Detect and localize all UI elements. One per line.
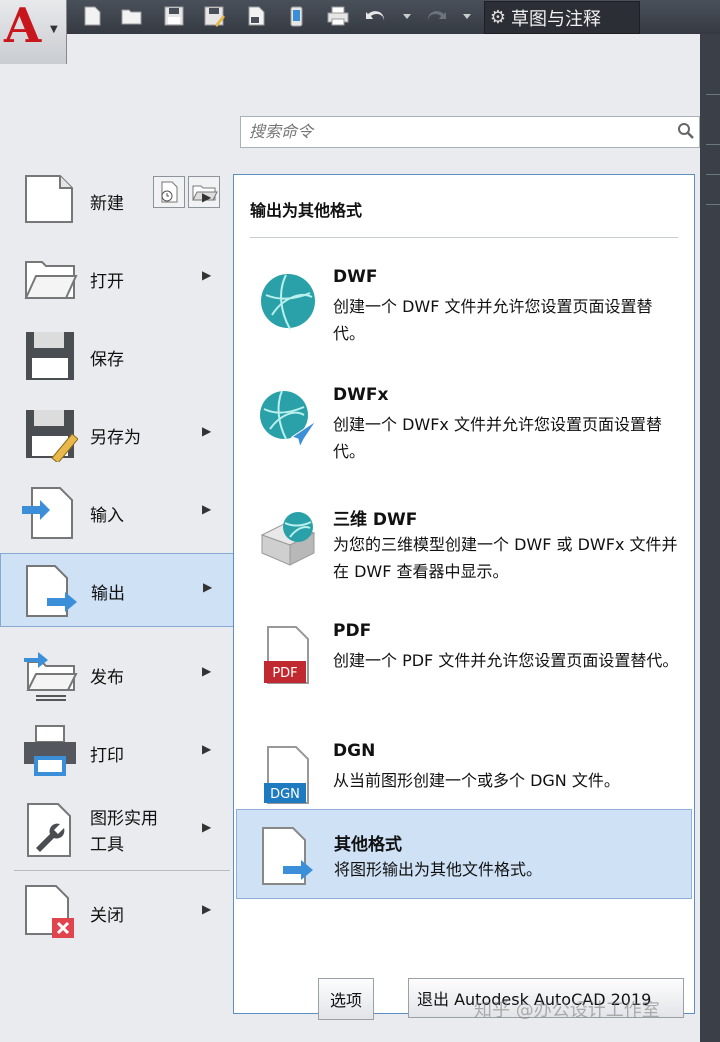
save-to-web-icon[interactable] [244,4,268,28]
export-other-formats[interactable]: 其他格式 将图形输出为其他文件格式。 [236,809,692,899]
dwf-globe-icon [261,274,315,330]
export-item-description: 为您的三维模型创建一个 DWF 或 DWFx 文件并在 DWF 查看器中显示。 [333,535,678,581]
search-input[interactable] [241,117,669,145]
export-item-name: 其他格式 [334,835,402,855]
3d-dwf-icon [260,512,316,566]
export-item-description: 将图形输出为其他文件格式。 [334,860,543,879]
chevron-right-icon: ▶ [202,902,212,916]
menu-item-label: 图形实用 工具 [90,809,158,855]
print-icon[interactable] [326,4,350,28]
printer-icon [24,725,76,776]
save-icon[interactable] [162,4,186,28]
menu-divider [14,870,230,871]
export-item-description: 创建一个 DWFx 文件并允许您设置页面设置替代。 [333,415,662,461]
chevron-right-icon: ▶ [202,424,212,438]
menu-item-save-as[interactable]: 另存为 ▶ [0,398,232,470]
export-item-name: DWFx [333,385,389,405]
chevron-right-icon: ▶ [203,580,213,594]
menu-item-save[interactable]: 保存 [0,320,232,392]
menu-item-label: 打开 [90,272,124,292]
export-item-description: 从当前图形创建一个或多个 DGN 文件。 [333,771,620,790]
dgn-badge: DGN [270,787,300,802]
menu-item-close[interactable]: 关闭 ▶ [0,876,232,948]
open-folder-icon [24,261,78,299]
redo-dropdown-icon[interactable] [460,4,474,28]
menu-item-print[interactable]: 打印 ▶ [0,716,232,788]
chevron-right-icon: ▶ [202,190,212,204]
undo-icon[interactable] [364,4,388,28]
menu-item-open[interactable]: 打开 ▶ [0,242,232,314]
undo-dropdown-icon[interactable] [400,4,414,28]
menu-item-label: 新建 [90,194,124,214]
close-document-icon [25,885,74,938]
other-formats-icon [262,827,313,885]
menu-item-label: 关闭 [90,906,124,926]
application-menu-button[interactable]: A ▼ [0,0,67,65]
submenu-title: 输出为其他格式 [250,201,363,220]
drawing-area-edge [700,34,720,1042]
chevron-right-icon: ▶ [202,268,212,282]
menu-item-export[interactable]: 输出 ▶ [0,553,234,627]
export-item-name: PDF [333,621,372,641]
application-menu: 新建 ▶ 打开 ▶ 保存 另存为 ▶ 输入 ▶ 输出 ▶ 发布 ▶ 打印 ▶ 图… [0,64,700,1042]
menu-item-label: 打印 [90,746,124,766]
export-icon [26,565,77,617]
chevron-right-icon: ▶ [202,664,212,678]
publish-icon [24,652,78,701]
new-icon[interactable] [80,4,104,28]
chevron-down-icon: ▼ [50,24,58,35]
save-as-icon[interactable] [202,4,226,28]
menu-item-publish[interactable]: 发布 ▶ [0,638,232,710]
menu-item-drawing-utilities[interactable]: 图形实用 工具 ▶ [0,794,232,866]
open-icon[interactable] [120,4,144,28]
export-3d-dwf[interactable]: 三维 DWF 为您的三维模型创建一个 DWF 或 DWFx 文件并在 DWF 查… [258,505,678,585]
search-icon[interactable] [675,120,697,142]
submenu-divider [250,237,678,238]
export-item-name: DGN [333,741,376,761]
menu-item-label: 输入 [90,506,124,526]
pdf-file-icon: PDF [264,626,309,684]
workspace-label: 草图与注释 [511,8,601,30]
gear-icon: ⚙ [489,7,507,28]
search-box [240,116,700,148]
menu-item-label: 另存为 [90,428,141,448]
watermark: 知乎 @办公设计工作室 [474,1000,660,1021]
dgn-file-icon: DGN [264,746,309,804]
export-pdf[interactable]: PDF PDF 创建一个 PDF 文件并允许您设置页面设置替代。 [258,621,678,701]
export-dwfx[interactable]: DWFx 创建一个 DWFx 文件并允许您设置页面设置替代。 [258,385,678,465]
dwfx-globe-icon [260,390,317,449]
export-dgn[interactable]: DGN DGN 从当前图形创建一个或多个 DGN 文件。 [258,741,678,805]
options-button[interactable]: 选项 [318,978,374,1020]
chevron-right-icon: ▶ [202,820,212,834]
export-item-description: 创建一个 DWF 文件并允许您设置页面设置替代。 [333,297,653,343]
new-document-icon [25,175,73,223]
quick-access-toolbar: ⚙ 草图与注释 [0,0,720,34]
menu-item-label: 保存 [90,350,124,370]
export-item-description: 创建一个 PDF 文件并允许您设置页面设置替代。 [333,651,679,670]
menu-item-import[interactable]: 输入 ▶ [0,476,232,548]
chevron-right-icon: ▶ [202,742,212,756]
workspace-switcher[interactable]: ⚙ 草图与注释 [484,1,640,34]
redo-icon[interactable] [424,4,448,28]
import-icon [22,487,73,539]
save-disk-icon [26,332,74,380]
pdf-badge: PDF [272,666,297,681]
menu-item-new[interactable]: 新建 ▶ [0,164,232,236]
menu-item-label: 发布 [90,668,124,688]
mobile-icon[interactable] [284,4,308,28]
menu-item-label: 输出 [91,584,125,604]
export-submenu: 输出为其他格式 DWF 创建一个 DWF 文件并允许您设置页面设置替代。 DWF… [233,174,695,1014]
autocad-logo-icon: A [4,0,42,54]
save-as-icon [26,410,78,462]
chevron-right-icon: ▶ [202,502,212,516]
export-item-name: 三维 DWF [333,510,418,530]
drawing-utilities-icon [27,803,71,857]
export-item-name: DWF [333,267,378,287]
export-dwf[interactable]: DWF 创建一个 DWF 文件并允许您设置页面设置替代。 [258,267,678,347]
